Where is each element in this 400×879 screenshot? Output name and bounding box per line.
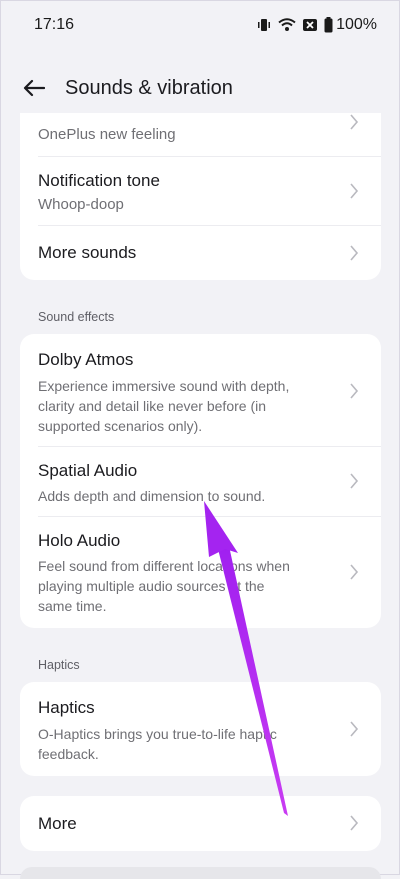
no-sim-icon bbox=[303, 19, 318, 31]
back-arrow-icon bbox=[23, 79, 45, 97]
description-line: clarity and detail like never before (in bbox=[38, 398, 267, 414]
description-line: same time. bbox=[38, 598, 107, 614]
more-card: More bbox=[20, 796, 381, 851]
description-line: Feel sound from different locations when bbox=[38, 558, 290, 574]
status-icons: 100% bbox=[256, 16, 377, 34]
back-button[interactable] bbox=[21, 75, 47, 101]
ringtone-row-partial[interactable]: OnePlus new feeling bbox=[20, 113, 381, 155]
holo-audio-row[interactable]: Holo Audio Feel sound from different loc… bbox=[20, 517, 381, 628]
description-line: supported scenarios only). bbox=[38, 418, 203, 434]
ringtone-sub: OnePlus new feeling bbox=[38, 126, 176, 143]
holo-audio-title: Holo Audio bbox=[38, 531, 121, 550]
dolby-atmos-description: Experience immersive sound with depth, c… bbox=[38, 376, 289, 436]
description-line: O-Haptics brings you true-to-life haptic bbox=[38, 726, 277, 742]
next-card-partial bbox=[20, 867, 381, 879]
section-label-sound-effects: Sound effects bbox=[38, 310, 115, 324]
wifi-icon bbox=[278, 18, 296, 31]
chevron-right-icon bbox=[350, 245, 359, 261]
battery-percent: 100% bbox=[336, 16, 377, 33]
more-sounds-title: More sounds bbox=[38, 243, 137, 262]
more-title: More bbox=[38, 814, 77, 833]
chevron-right-icon bbox=[350, 183, 359, 199]
vibrate-icon bbox=[258, 19, 271, 31]
sounds-card: OnePlus new feeling Notification tone Wh… bbox=[20, 113, 381, 280]
page-title: Sounds & vibration bbox=[65, 76, 233, 99]
dolby-atmos-title: Dolby Atmos bbox=[38, 350, 134, 369]
spatial-audio-description: Adds depth and dimension to sound. bbox=[38, 486, 265, 506]
haptics-row[interactable]: Haptics O-Haptics brings you true-to-lif… bbox=[20, 682, 381, 776]
description-line: Experience immersive sound with depth, bbox=[38, 378, 290, 394]
holo-audio-description: Feel sound from different locations when… bbox=[38, 556, 290, 616]
chevron-right-icon bbox=[350, 114, 359, 130]
notification-tone-row[interactable]: Notification tone Whoop-doop bbox=[20, 157, 381, 225]
chevron-right-icon bbox=[350, 383, 359, 399]
chevron-right-icon bbox=[350, 564, 359, 580]
more-row[interactable]: More bbox=[20, 796, 381, 851]
spatial-audio-title: Spatial Audio bbox=[38, 461, 138, 480]
dolby-atmos-row[interactable]: Dolby Atmos Experience immersive sound w… bbox=[20, 334, 381, 446]
notification-tone-value: Whoop-doop bbox=[38, 196, 124, 213]
battery-icon bbox=[324, 17, 333, 33]
chevron-right-icon bbox=[350, 721, 359, 737]
haptics-description: O-Haptics brings you true-to-life haptic… bbox=[38, 724, 277, 764]
haptics-title: Haptics bbox=[38, 698, 95, 717]
status-time: 17:16 bbox=[34, 16, 75, 33]
more-sounds-row[interactable]: More sounds bbox=[20, 226, 381, 280]
chevron-right-icon bbox=[350, 473, 359, 489]
sound-effects-card: Dolby Atmos Experience immersive sound w… bbox=[20, 334, 381, 628]
section-label-haptics: Haptics bbox=[38, 658, 80, 672]
description-line: feedback. bbox=[38, 746, 99, 762]
status-bar: 17:16 100% bbox=[1, 1, 399, 49]
app-header: Sounds & vibration bbox=[1, 63, 399, 113]
chevron-right-icon bbox=[350, 815, 359, 831]
spatial-audio-row[interactable]: Spatial Audio Adds depth and dimension t… bbox=[20, 447, 381, 516]
description-line: playing multiple audio sources at the bbox=[38, 578, 265, 594]
notification-tone-title: Notification tone bbox=[38, 171, 160, 190]
description-line: Adds depth and dimension to sound. bbox=[38, 488, 266, 504]
haptics-card: Haptics O-Haptics brings you true-to-lif… bbox=[20, 682, 381, 776]
